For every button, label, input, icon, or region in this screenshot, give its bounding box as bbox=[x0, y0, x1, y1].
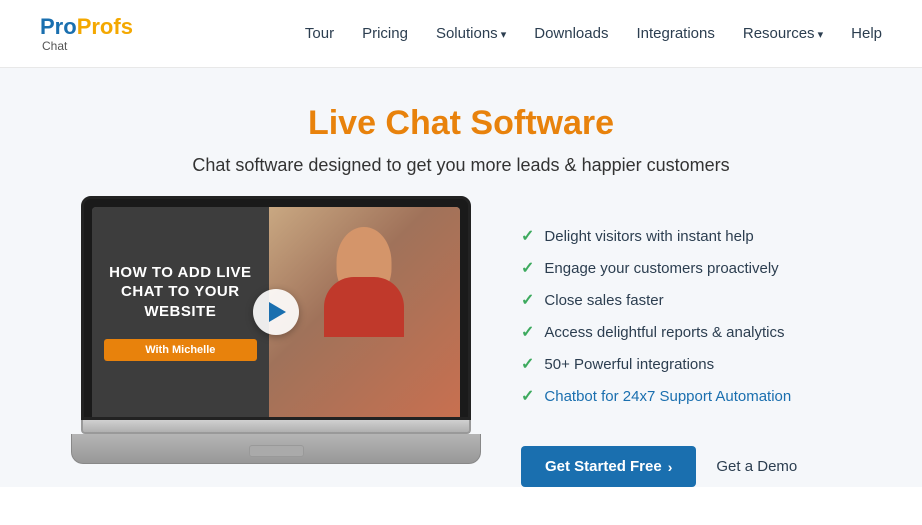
check-icon: ✓ bbox=[521, 258, 534, 278]
play-button[interactable] bbox=[253, 289, 299, 335]
nav-item-downloads[interactable]: Downloads bbox=[534, 25, 608, 43]
nav-links: Tour Pricing Solutions Downloads Integra… bbox=[305, 25, 882, 43]
navbar: ProProfs Chat Tour Pricing Solutions Dow… bbox=[0, 0, 922, 68]
cta-buttons: Get Started Free › Get a Demo bbox=[521, 446, 841, 487]
check-icon: ✓ bbox=[521, 354, 534, 374]
get-started-label: Get Started Free bbox=[545, 458, 662, 475]
nav-link-integrations[interactable]: Integrations bbox=[636, 25, 714, 42]
hero-section: Live Chat Software Chat software designe… bbox=[0, 68, 922, 487]
laptop-keyboard bbox=[71, 434, 481, 464]
list-item: ✓ Access delightful reports & analytics bbox=[521, 322, 841, 342]
nav-item-pricing[interactable]: Pricing bbox=[362, 25, 408, 43]
get-started-button[interactable]: Get Started Free › bbox=[521, 446, 696, 487]
feature-text: Close sales faster bbox=[544, 292, 663, 309]
nav-item-resources[interactable]: Resources bbox=[743, 25, 823, 43]
nav-item-help[interactable]: Help bbox=[851, 25, 882, 43]
screen-left-overlay: HOW TO ADD LIVE CHAT TO YOUR WEBSITE Wit… bbox=[92, 207, 269, 417]
nav-link-solutions[interactable]: Solutions bbox=[436, 25, 506, 42]
list-item: ✓ Delight visitors with instant help bbox=[521, 226, 841, 246]
hero-body: HOW TO ADD LIVE CHAT TO YOUR WEBSITE Wit… bbox=[60, 206, 862, 487]
nav-item-solutions[interactable]: Solutions bbox=[436, 25, 506, 43]
video-badge: With Michelle bbox=[104, 339, 257, 361]
logo-profs: Profs bbox=[77, 14, 133, 39]
nav-item-integrations[interactable]: Integrations bbox=[636, 25, 714, 43]
laptop-touchpad bbox=[249, 445, 304, 457]
nav-link-downloads[interactable]: Downloads bbox=[534, 25, 608, 42]
feature-list: ✓ Delight visitors with instant help ✓ E… bbox=[521, 226, 841, 418]
feature-text-highlight: Chatbot for 24x7 Support Automation bbox=[544, 388, 791, 405]
feature-text: Delight visitors with instant help bbox=[544, 228, 753, 245]
hero-subtitle: Chat software designed to get you more l… bbox=[60, 155, 862, 176]
logo-chat: Chat bbox=[42, 40, 133, 52]
get-demo-button[interactable]: Get a Demo bbox=[716, 458, 797, 475]
chevron-right-icon: › bbox=[668, 459, 673, 475]
laptop-video: HOW TO ADD LIVE CHAT TO YOUR WEBSITE Wit… bbox=[81, 196, 471, 464]
list-item: ✓ Engage your customers proactively bbox=[521, 258, 841, 278]
laptop-screen: HOW TO ADD LIVE CHAT TO YOUR WEBSITE Wit… bbox=[92, 207, 460, 417]
list-item: ✓ Close sales faster bbox=[521, 290, 841, 310]
feature-text: 50+ Powerful integrations bbox=[544, 356, 714, 373]
nav-item-tour[interactable]: Tour bbox=[305, 25, 334, 43]
feature-text: Access delightful reports & analytics bbox=[544, 324, 784, 341]
nav-link-tour[interactable]: Tour bbox=[305, 25, 334, 42]
video-title: HOW TO ADD LIVE CHAT TO YOUR WEBSITE bbox=[104, 263, 257, 322]
feature-text: Engage your customers proactively bbox=[544, 260, 778, 277]
list-item: ✓ 50+ Powerful integrations bbox=[521, 354, 841, 374]
logo[interactable]: ProProfs Chat bbox=[40, 16, 133, 52]
list-item: ✓ Chatbot for 24x7 Support Automation bbox=[521, 386, 841, 406]
nav-link-help[interactable]: Help bbox=[851, 25, 882, 42]
logo-pro: Pro bbox=[40, 14, 77, 39]
check-icon: ✓ bbox=[521, 290, 534, 310]
laptop-base bbox=[81, 420, 471, 434]
hero-title: Live Chat Software bbox=[60, 104, 862, 143]
check-icon: ✓ bbox=[521, 226, 534, 246]
nav-link-pricing[interactable]: Pricing bbox=[362, 25, 408, 42]
nav-link-resources[interactable]: Resources bbox=[743, 25, 823, 42]
check-icon: ✓ bbox=[521, 386, 534, 406]
laptop-screen-outer: HOW TO ADD LIVE CHAT TO YOUR WEBSITE Wit… bbox=[81, 196, 471, 420]
hero-right: ✓ Delight visitors with instant help ✓ E… bbox=[521, 206, 841, 487]
check-icon: ✓ bbox=[521, 322, 534, 342]
